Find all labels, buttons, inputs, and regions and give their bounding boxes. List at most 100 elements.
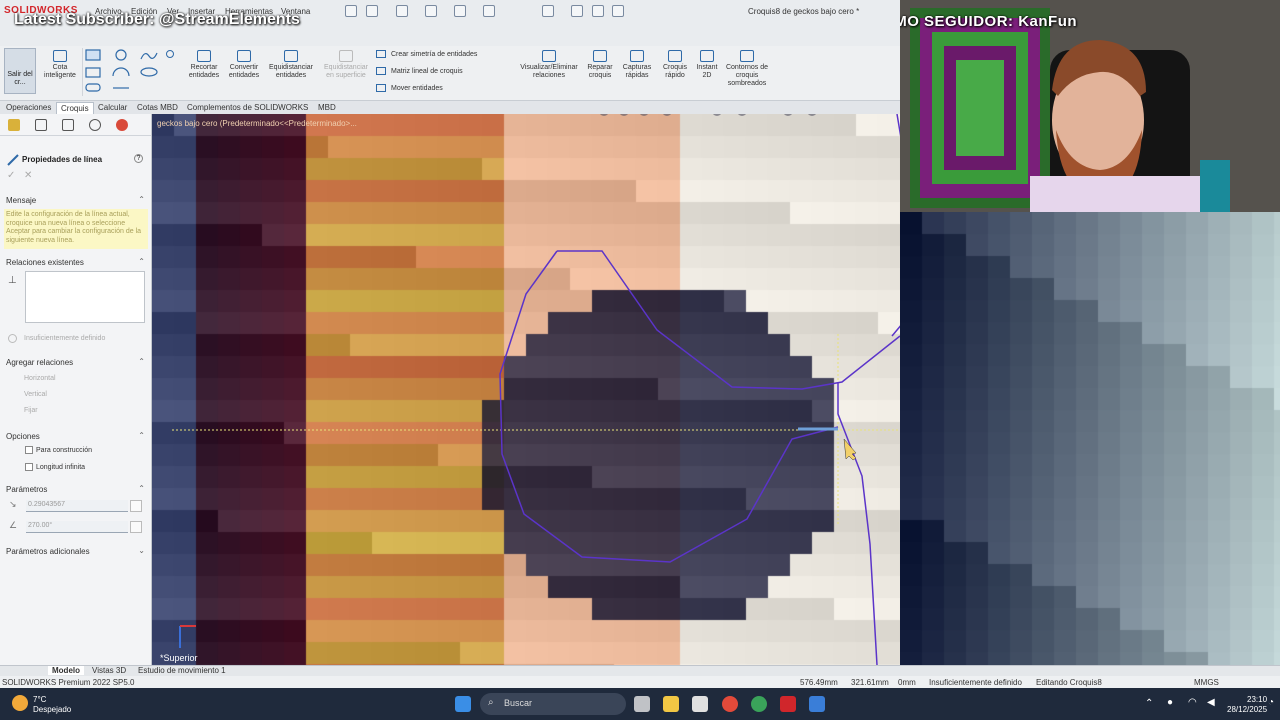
new-document-icon[interactable] <box>366 5 378 17</box>
snipping-tool-icon[interactable] <box>809 696 825 712</box>
rapid-sketch-button[interactable]: Croquis rápido <box>658 50 692 80</box>
exit-sketch-button[interactable]: Salir del cr... <box>4 48 36 94</box>
obs-icon[interactable] <box>751 696 767 712</box>
store-icon[interactable] <box>692 696 708 712</box>
relation-fix[interactable]: Fijar <box>24 407 38 414</box>
length-spinner[interactable] <box>130 500 142 512</box>
tab-calcular[interactable]: Calcular <box>94 102 131 114</box>
point-button[interactable] <box>165 50 175 60</box>
rebuild-icon[interactable] <box>571 5 583 17</box>
chevron-down-icon[interactable]: ⌄ <box>138 546 145 555</box>
chevron-up-icon[interactable]: ⌃ <box>138 357 145 366</box>
offset-entities-button[interactable]: Equidistanciar entidades <box>264 50 318 80</box>
feature-tree-root[interactable]: geckos bajo cero (Predeterminado<<Predet… <box>157 119 357 128</box>
dimxpert-icon[interactable] <box>89 119 101 131</box>
tab-complementos[interactable]: Complementos de SOLIDWORKS <box>183 102 312 114</box>
checkbox-icon[interactable] <box>25 463 33 471</box>
length-field[interactable]: 0.29043567 <box>26 500 128 512</box>
parameters-header[interactable]: Parámetros <box>6 485 47 494</box>
relation-horizontal[interactable]: Horizontal <box>24 375 56 382</box>
unit-system[interactable]: MMGS <box>1194 678 1219 687</box>
tray-chevron-icon[interactable]: ⌃ <box>1145 698 1153 709</box>
smart-dimension-button[interactable]: Cota inteligente <box>40 50 80 80</box>
tab-modelo[interactable]: Modelo <box>48 666 84 675</box>
additional-parameters-header[interactable]: Parámetros adicionales <box>6 547 90 556</box>
save-icon[interactable] <box>425 5 437 17</box>
sketch-curve-right[interactable] <box>837 382 878 665</box>
weather-temperature[interactable]: 7°C <box>33 695 46 704</box>
chevron-up-icon[interactable]: ⌃ <box>138 195 145 204</box>
convert-entities-button[interactable]: Convertir entidades <box>224 50 264 80</box>
home-icon[interactable] <box>345 5 357 17</box>
volume-icon[interactable]: ◀ <box>1207 697 1215 708</box>
construction-checkbox[interactable]: Para construcción <box>25 446 92 454</box>
existing-relations-list[interactable] <box>25 271 145 323</box>
repair-sketch-button[interactable]: Reparar croquis <box>584 50 616 80</box>
angle-field[interactable]: 270.00° <box>26 521 128 533</box>
shaded-sketch-contours-button[interactable]: Contornos de croquis sombreados <box>724 50 770 88</box>
tab-vistas-3d[interactable]: Vistas 3D <box>88 666 130 675</box>
undo-icon[interactable] <box>483 5 495 17</box>
select-icon[interactable] <box>542 5 554 17</box>
notification-bell-icon[interactable]: ◔ <box>1268 697 1274 708</box>
instant2d-button[interactable]: Instant 2D <box>692 50 722 80</box>
move-entities-button[interactable]: Mover entidades <box>376 84 443 92</box>
clock-time[interactable]: 23:10 <box>1247 695 1267 704</box>
stream-subscriber-overlay: Latest Subscriber: @StreamElements <box>14 11 300 28</box>
info-icon <box>8 334 17 343</box>
task-view-icon[interactable] <box>634 696 650 712</box>
tab-cotas-mbd[interactable]: Cotas MBD <box>133 102 182 114</box>
weather-description[interactable]: Despejado <box>33 705 71 714</box>
sketch-tools-icon-grid[interactable] <box>83 48 163 94</box>
offset-on-surface-button[interactable]: Equidistanciar en superficie <box>320 50 372 80</box>
options-header[interactable]: Opciones <box>6 432 40 441</box>
infinite-length-checkbox[interactable]: Longitud infinita <box>25 463 85 471</box>
tab-mbd[interactable]: MBD <box>314 102 340 114</box>
property-manager-tab-icon[interactable] <box>35 119 47 131</box>
sketch-curve-outline[interactable] <box>499 250 839 563</box>
print-icon[interactable] <box>454 5 466 17</box>
help-icon[interactable]: ? <box>134 154 143 163</box>
microphone-icon[interactable]: ● <box>1167 697 1173 708</box>
display-manager-icon[interactable] <box>116 119 128 131</box>
clock-date[interactable]: 28/12/2025 <box>1227 705 1267 714</box>
display-delete-relations-button[interactable]: Visualizar/Eliminar relaciones <box>516 50 582 80</box>
feature-manager-icon[interactable] <box>8 119 20 131</box>
offset-icon <box>284 50 298 62</box>
tab-estudio-movimiento[interactable]: Estudio de movimiento 1 <box>134 666 230 675</box>
chevron-up-icon[interactable]: ⌃ <box>138 484 145 493</box>
heads-up-view-toolbar[interactable] <box>599 114 817 116</box>
tab-operaciones[interactable]: Operaciones <box>2 102 55 114</box>
taskbar-search[interactable]: ⌕ Buscar <box>480 693 626 715</box>
linear-pattern-button[interactable]: Matriz lineal de croquis <box>376 67 463 75</box>
chevron-up-icon[interactable]: ⌃ <box>138 431 145 440</box>
message-header[interactable]: Mensaje <box>6 196 36 205</box>
angle-spinner[interactable] <box>130 521 142 533</box>
tab-croquis[interactable]: Croquis <box>56 102 94 114</box>
file-properties-icon[interactable] <box>592 5 604 17</box>
existing-relations-header[interactable]: Relaciones existentes <box>6 258 84 267</box>
convert-icon <box>237 50 251 62</box>
weather-moon-icon[interactable] <box>12 695 28 711</box>
open-icon[interactable] <box>396 5 408 17</box>
sketch-overlay[interactable] <box>152 114 900 665</box>
options-gear-icon[interactable] <box>612 5 624 17</box>
file-explorer-icon[interactable] <box>663 696 679 712</box>
add-relations-header[interactable]: Agregar relaciones <box>6 358 73 367</box>
relation-vertical[interactable]: Vertical <box>24 391 47 398</box>
ok-check-icon[interactable]: ✓ <box>7 170 15 181</box>
sketch-curve-top-right[interactable] <box>891 114 900 337</box>
configuration-manager-icon[interactable] <box>62 119 74 131</box>
graphics-area[interactable]: geckos bajo cero (Predeterminado<<Predet… <box>152 114 900 665</box>
windows-start-icon[interactable] <box>455 696 471 712</box>
cancel-x-icon[interactable]: ✕ <box>24 170 32 181</box>
solidworks-taskbar-icon[interactable] <box>780 696 796 712</box>
quick-snaps-button[interactable]: Capturas rápidas <box>620 50 654 80</box>
sketch-curve-upper[interactable] <box>557 250 900 390</box>
mirror-entities-button[interactable]: Crear simetría de entidades <box>376 50 477 58</box>
chrome-icon[interactable] <box>722 696 738 712</box>
wifi-icon[interactable]: ◠ <box>1188 697 1197 708</box>
chevron-up-icon[interactable]: ⌃ <box>138 257 145 266</box>
checkbox-icon[interactable] <box>25 446 33 454</box>
trim-entities-button[interactable]: Recortar entidades <box>182 50 226 80</box>
